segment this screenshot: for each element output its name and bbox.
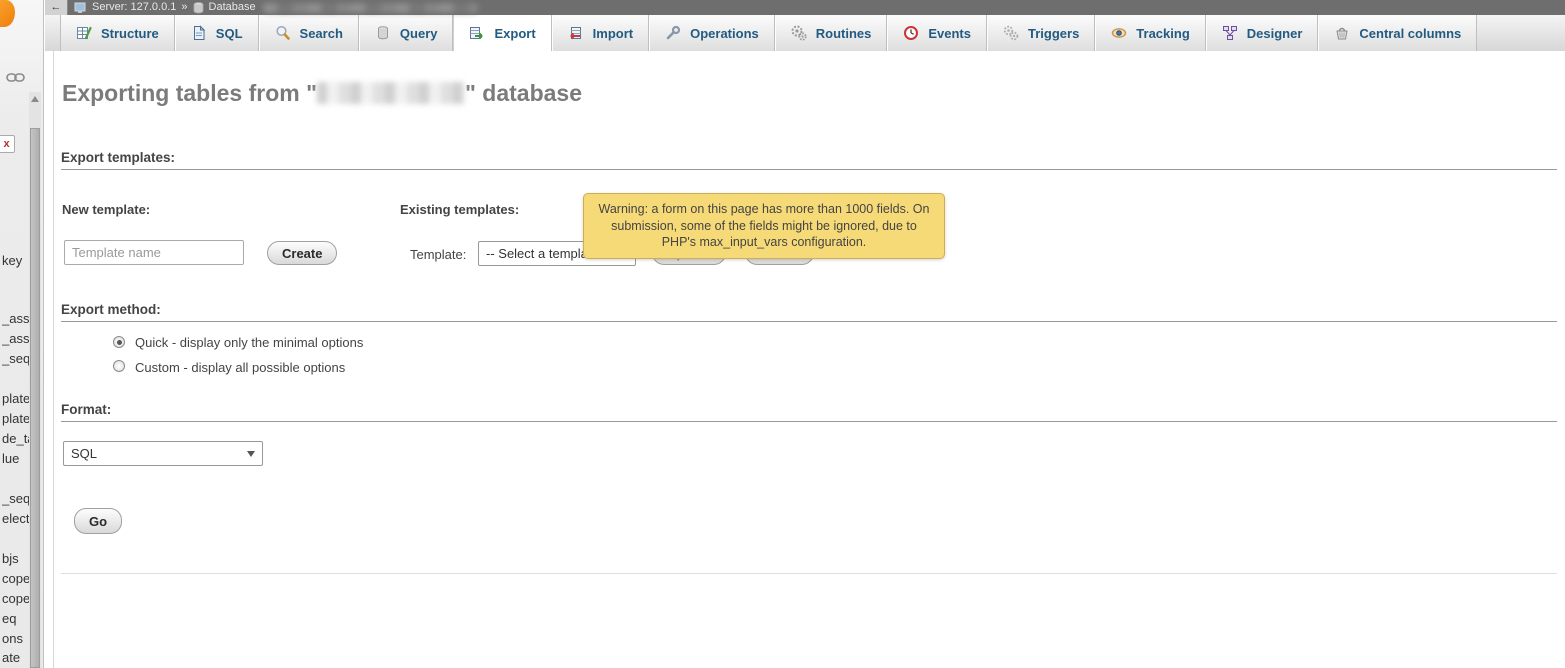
- sidebar-item[interactable]: _ass: [2, 331, 29, 346]
- sidebar-item[interactable]: _seq: [2, 491, 29, 506]
- tab-label: SQL: [216, 26, 243, 41]
- blurred-database-name: [263, 3, 478, 13]
- export-templates-heading: Export templates:: [61, 150, 1557, 170]
- sidebar-scrollbar-thumb[interactable]: [30, 128, 40, 668]
- tab-triggers[interactable]: Triggers: [987, 15, 1095, 51]
- designer-icon: [1222, 25, 1238, 41]
- operations-icon: [665, 25, 681, 41]
- scroll-up-arrow-icon[interactable]: [31, 96, 39, 102]
- breadcrumb-server[interactable]: Server: 127.0.0.1: [92, 0, 176, 15]
- template-label: Template:: [410, 247, 466, 262]
- form-bottom-divider: [61, 573, 1557, 574]
- tab-designer[interactable]: Designer: [1206, 15, 1319, 51]
- tab-import[interactable]: Import: [552, 15, 649, 51]
- breadcrumb-database[interactable]: Database: [209, 0, 256, 15]
- format-select-value: SQL: [71, 446, 97, 461]
- tab-label: Search: [300, 26, 343, 41]
- go-button[interactable]: Go: [74, 508, 122, 534]
- tab-label: Import: [593, 26, 633, 41]
- link-icon: [6, 71, 25, 84]
- sidebar-item[interactable]: de_ta: [2, 431, 29, 446]
- breadcrumb: Server: 127.0.0.1 » Database: [68, 0, 1565, 15]
- tab-events[interactable]: Events: [887, 15, 987, 51]
- breadcrumb-separator: »: [181, 0, 187, 15]
- export-icon: [469, 25, 485, 41]
- import-icon: [568, 25, 584, 41]
- sidebar-close-button[interactable]: x: [0, 135, 15, 153]
- format-heading: Format:: [61, 402, 1557, 422]
- blurred-database-name: [317, 82, 465, 104]
- phpmyadmin-logo-icon: [0, 0, 15, 27]
- structure-icon: [76, 25, 92, 41]
- template-name-input[interactable]: [64, 240, 244, 265]
- tab-label: Triggers: [1028, 26, 1079, 41]
- triggers-icon: [1003, 25, 1019, 41]
- export-page: Exporting tables from " " database Export…: [54, 51, 1565, 668]
- events-icon: [903, 25, 919, 41]
- sidebar-item[interactable]: ons: [2, 631, 29, 646]
- tab-label: Export: [494, 26, 535, 41]
- quick-export-radio[interactable]: [113, 336, 125, 348]
- tab-label: Central columns: [1359, 26, 1461, 41]
- tab-label: Events: [928, 26, 971, 41]
- search-icon: [275, 25, 291, 41]
- format-select[interactable]: SQL: [63, 441, 263, 466]
- tab-label: Operations: [690, 26, 759, 41]
- tab-label: Routines: [816, 26, 872, 41]
- tab-query[interactable]: Query: [359, 15, 454, 51]
- custom-export-radio[interactable]: [113, 360, 125, 372]
- query-icon: [375, 25, 391, 41]
- tab-label: Query: [400, 26, 438, 41]
- database-icon: [193, 2, 204, 14]
- tab-search[interactable]: Search: [259, 15, 359, 51]
- sidebar-item[interactable]: eq: [2, 611, 29, 626]
- central-columns-icon: [1334, 25, 1350, 41]
- sql-icon: [191, 25, 207, 41]
- server-icon: [74, 2, 87, 14]
- new-template-label: New template:: [62, 202, 150, 217]
- sidebar-item[interactable]: _seq: [2, 351, 29, 366]
- create-template-button[interactable]: Create: [267, 241, 337, 265]
- routines-icon: [791, 25, 807, 41]
- tracking-icon: [1111, 25, 1127, 41]
- custom-export-label[interactable]: Custom - display all possible options: [135, 360, 345, 375]
- sidebar-item[interactable]: plate: [2, 391, 29, 406]
- sidebar-item[interactable]: elect: [2, 511, 29, 526]
- sidebar-item[interactable]: _ass: [2, 311, 29, 326]
- max-input-vars-warning: Warning: a form on this page has more th…: [583, 193, 945, 259]
- sidebar-item[interactable]: cope: [2, 571, 29, 586]
- sidebar-item[interactable]: bjs: [2, 551, 29, 566]
- sidebar-item[interactable]: plate_: [2, 411, 29, 426]
- tab-structure[interactable]: Structure: [60, 15, 175, 51]
- quick-export-label[interactable]: Quick - display only the minimal options: [135, 335, 363, 350]
- tab-tracking[interactable]: Tracking: [1095, 15, 1205, 51]
- tab-export[interactable]: Export: [453, 15, 551, 51]
- sidebar-item[interactable]: lue: [2, 451, 29, 466]
- sidebar-item[interactable]: cope_: [2, 591, 29, 606]
- tab-sql[interactable]: SQL: [175, 15, 259, 51]
- back-button[interactable]: ←: [45, 0, 68, 15]
- page-title: Exporting tables from " " database: [62, 80, 582, 107]
- existing-templates-label: Existing templates:: [400, 202, 519, 217]
- tab-label: Structure: [101, 26, 159, 41]
- tab-label: Tracking: [1136, 26, 1189, 41]
- title-suffix: " database: [465, 80, 582, 106]
- tab-routines[interactable]: Routines: [775, 15, 888, 51]
- title-prefix: Exporting tables from ": [62, 80, 317, 106]
- chevron-down-icon: [247, 451, 255, 457]
- tab-operations[interactable]: Operations: [649, 15, 775, 51]
- tab-label: Designer: [1247, 26, 1303, 41]
- sidebar-item[interactable]: ate: [2, 650, 29, 665]
- sidebar-item[interactable]: key: [2, 253, 29, 268]
- export-method-heading: Export method:: [61, 302, 1557, 322]
- navigation-sidebar: x key _ass _ass _seq plate plate_ de_ta …: [0, 0, 44, 668]
- database-tabbar: Structure SQL Search Query Expor: [45, 15, 1565, 51]
- tab-central-columns[interactable]: Central columns: [1318, 15, 1477, 51]
